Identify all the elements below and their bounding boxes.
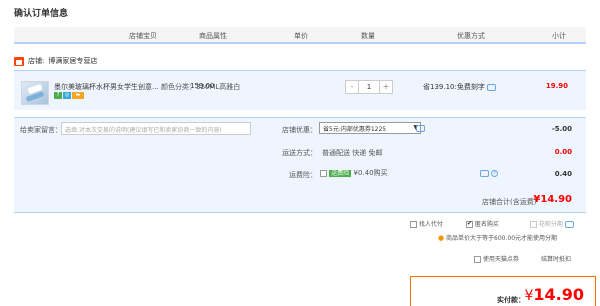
final-amount-value: 14.90 xyxy=(533,285,584,304)
product-thumbnail[interactable] xyxy=(21,81,49,105)
page-title: 确认订单信息 xyxy=(14,9,69,19)
installment-tip: ● 商品单价大于等于600.00元才能使用分期 xyxy=(438,233,557,242)
shipping-label: 运送方式： xyxy=(282,149,317,157)
seller-message-input[interactable]: 选填:对本次交易的说明(建议填写已和卖家协商一致的内容) xyxy=(61,122,251,135)
proxy-pay-checkbox[interactable] xyxy=(410,221,417,228)
badge-icon: 7 xyxy=(54,92,62,99)
col-discount: 优惠方式 xyxy=(457,32,485,40)
discount-text: 省139.10:免费刻字 xyxy=(423,83,485,91)
badge-icon: ◎ xyxy=(63,92,71,99)
proxy-pay-label: 找人代付 xyxy=(418,221,443,228)
anonymous-option[interactable]: 匿名购买 xyxy=(466,219,499,228)
coupon-label: 店铺优惠： xyxy=(282,126,317,134)
shop-total-label: 店铺合计(含运费) xyxy=(482,198,537,206)
col-price: 单价 xyxy=(294,32,308,40)
qty-minus-button[interactable]: - xyxy=(346,81,358,93)
item-subtotal: 19.90 xyxy=(545,82,568,90)
installment-label: 花呗分期 xyxy=(538,221,563,228)
col-items: 店铺宝贝 xyxy=(129,32,157,40)
col-qty: 数量 xyxy=(361,32,375,40)
chat-icon[interactable] xyxy=(416,125,425,132)
tmall-points-option[interactable]: 使用天猫点券 xyxy=(474,254,519,263)
anonymous-checkbox[interactable] xyxy=(466,220,473,228)
final-amount: ¥14.90 xyxy=(524,285,584,304)
qty-input[interactable]: 1 xyxy=(358,81,380,93)
pay-later-text: 结算时抵扣 xyxy=(541,256,572,263)
shop-icon xyxy=(14,56,24,66)
shipping-method: 普通配送 快递 免邮 xyxy=(322,149,383,157)
shop-total: ¥14.90 xyxy=(533,194,572,205)
insurance-text: ¥0.40购买 xyxy=(353,169,388,177)
coupon-select-value: 省5元:内部优惠券1225 xyxy=(323,126,387,133)
chat-icon[interactable] xyxy=(564,221,574,228)
chat-icon[interactable] xyxy=(480,170,489,177)
installment-option[interactable]: 花呗分期 xyxy=(530,219,574,228)
insurance-cost: 0.40 xyxy=(554,170,572,178)
order-item-row: 墨尔美玻璃杯水杯男女学生创意... 7 ◎ ▬ 颜色分类：320ML高雅白 15… xyxy=(14,70,586,110)
card-icon: ▬ xyxy=(72,92,84,99)
shop-row: 店铺: 博满家居专营店 xyxy=(14,56,97,66)
insurance-option: 运费险 ¥0.40购买 xyxy=(320,168,388,178)
col-subtotal: 小计 xyxy=(552,32,566,40)
divider xyxy=(14,212,586,213)
insurance-checkbox[interactable] xyxy=(320,169,327,177)
quantity-stepper: - 1 + xyxy=(345,80,393,94)
order-details-panel: 给卖家留言： 选填:对本次交易的说明(建议填写已和卖家协商一致的内容) 店铺优惠… xyxy=(14,117,586,212)
shipping-cost: 0.00 xyxy=(554,148,572,156)
coupon-amount: -5.00 xyxy=(551,125,572,133)
installment-tip-text: 商品单价大于等于600.00元才能使用分期 xyxy=(446,235,558,242)
proxy-pay-option[interactable]: 找人代付 xyxy=(410,219,443,228)
unit-price: 159.00 xyxy=(190,82,215,90)
coupon-select[interactable]: 省5元:内部优惠券1225 ▼ xyxy=(319,122,421,134)
shop-label: 店铺: xyxy=(28,57,45,65)
discount-info: 省139.10:免费刻字 xyxy=(423,82,497,92)
col-attr: 商品属性 xyxy=(199,32,227,40)
installment-checkbox[interactable] xyxy=(530,221,537,228)
tmall-points-label: 使用天猫点券 xyxy=(482,256,519,263)
shop-name-link[interactable]: 博满家居专营店 xyxy=(48,56,97,66)
qty-plus-button[interactable]: + xyxy=(380,81,392,93)
tmall-points-checkbox[interactable] xyxy=(474,256,481,263)
message-label: 给卖家留言： xyxy=(20,126,62,134)
anonymous-label: 匿名购买 xyxy=(474,221,499,228)
info-icon: ● xyxy=(438,234,445,242)
insurance-tag: 运费险 xyxy=(329,170,352,177)
order-table-header: 店铺宝贝 商品属性 单价 数量 优惠方式 小计 xyxy=(14,27,586,44)
final-label: 实付款： xyxy=(497,296,525,304)
chat-icon[interactable] xyxy=(487,83,497,91)
insurance-label: 运费险： xyxy=(289,171,317,179)
product-name-link[interactable]: 墨尔美玻璃杯水杯男女学生创意... xyxy=(54,82,159,92)
service-badges: 7 ◎ ▬ xyxy=(54,92,84,99)
help-icon[interactable]: ? xyxy=(491,170,498,177)
